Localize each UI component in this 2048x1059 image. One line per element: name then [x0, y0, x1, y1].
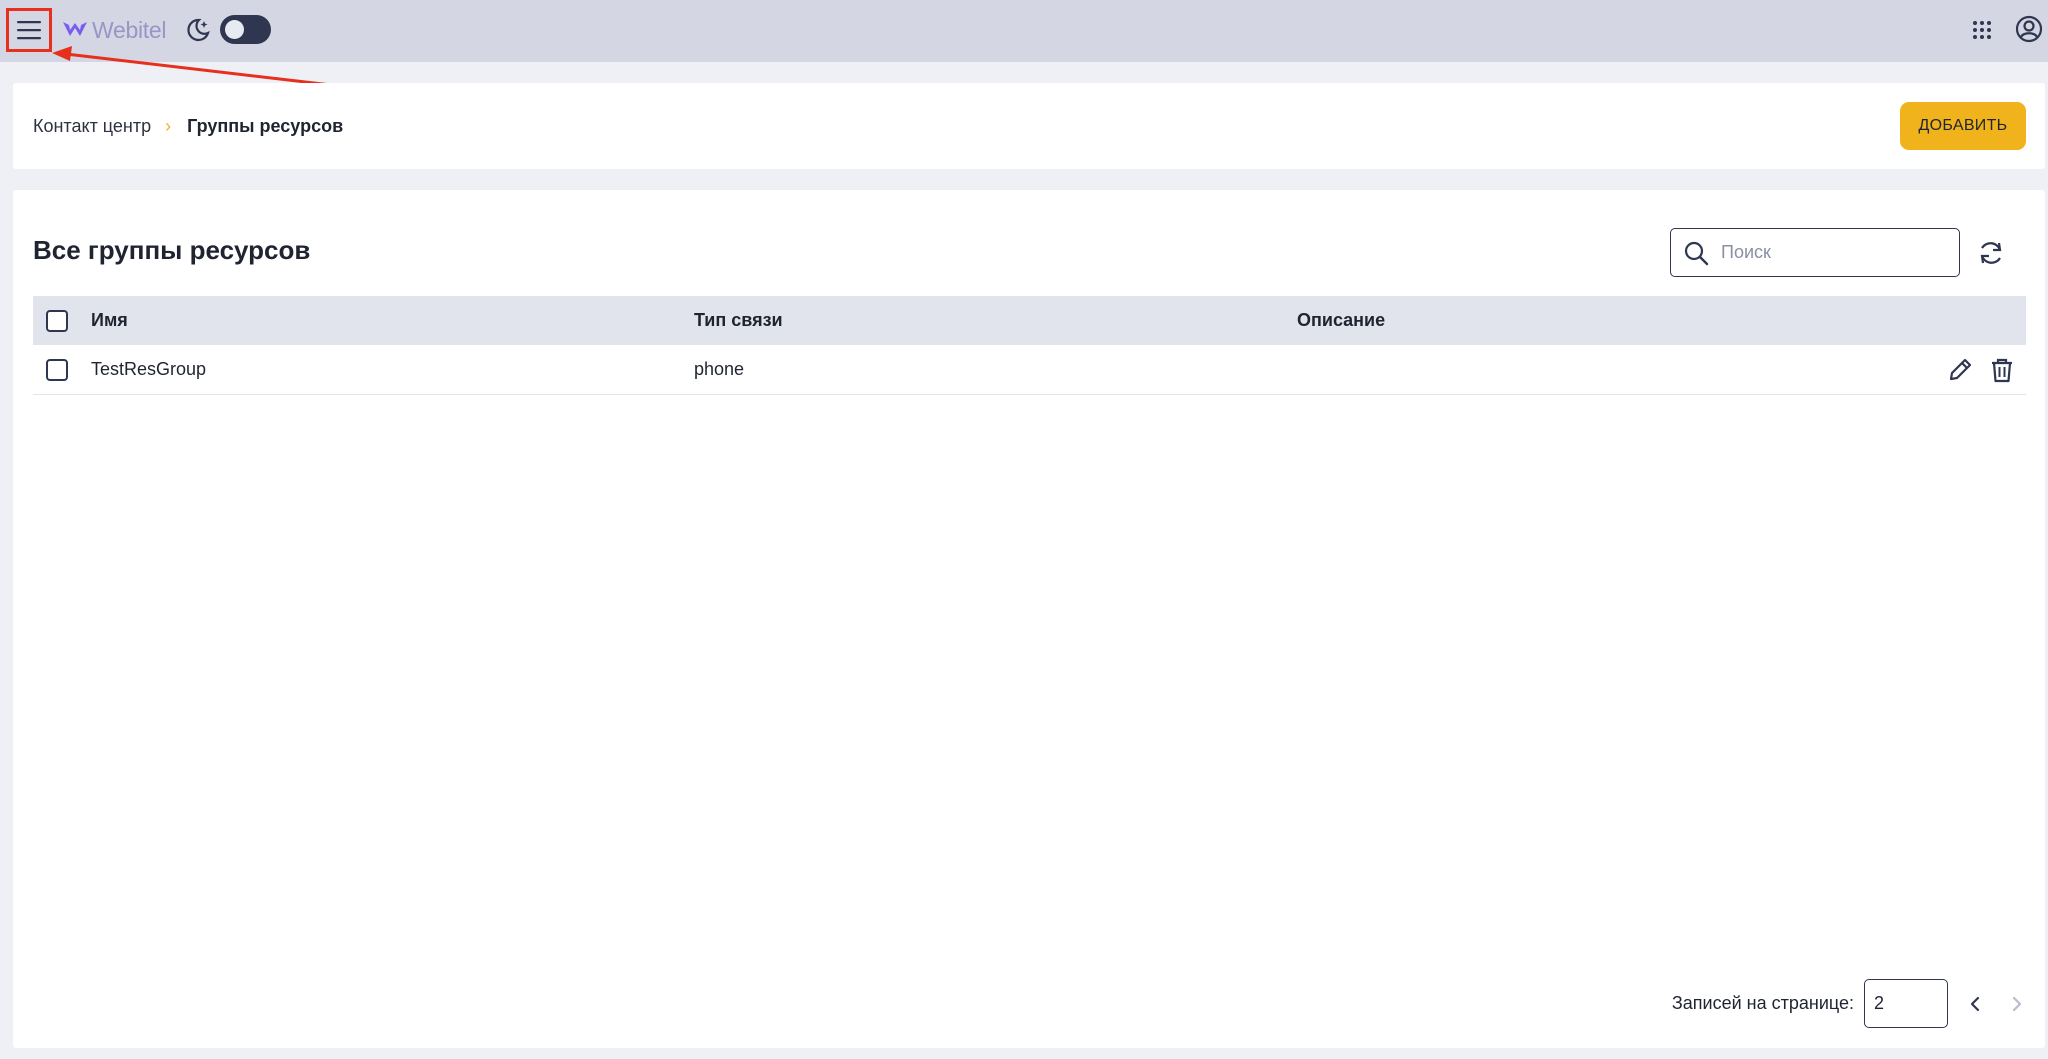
- breadcrumb-current: Группы ресурсов: [187, 115, 344, 136]
- theme-toggle[interactable]: [220, 15, 271, 44]
- per-page-label: Записей на странице:: [1671, 993, 1854, 1013]
- edit-button[interactable]: [1946, 356, 1974, 384]
- main-panel: Все группы ресурсов Имя Тип связи Описан…: [13, 190, 2045, 1048]
- moon-stars-icon: [187, 18, 210, 42]
- pencil-icon: [1949, 358, 1972, 380]
- apps-button[interactable]: [1966, 14, 1998, 46]
- theme-mode-button[interactable]: [182, 14, 214, 46]
- pagination: Записей на странице:: [1672, 979, 2032, 1028]
- top-header: Webitel: [0, 0, 2048, 62]
- table-row: TestResGroup phone: [33, 345, 2026, 395]
- per-page-input[interactable]: [1864, 979, 1948, 1028]
- search-field[interactable]: [1670, 228, 1960, 277]
- refresh-button[interactable]: [1974, 236, 2008, 270]
- grid-dots-icon: [1973, 21, 1991, 39]
- page-title: Все группы ресурсов: [33, 235, 311, 265]
- search-input[interactable]: [1721, 242, 1941, 263]
- select-all-cell: [46, 296, 68, 345]
- breadcrumb-panel: Контакт центр › Группы ресурсов ДОБАВИТЬ: [13, 83, 2045, 169]
- prev-page-button[interactable]: [1960, 989, 1990, 1019]
- search-icon: [1681, 238, 1711, 268]
- breadcrumb-separator: ›: [165, 115, 172, 136]
- row-actions: [1946, 345, 2026, 394]
- chevron-right-icon: [2012, 996, 2022, 1011]
- next-page-button[interactable]: [2002, 989, 2032, 1019]
- account-button[interactable]: [2012, 12, 2046, 46]
- column-header-type[interactable]: Тип связи: [694, 296, 783, 345]
- account-circle-icon: [2015, 15, 2043, 43]
- toggle-knob: [225, 20, 244, 39]
- row-select-cell: [46, 345, 68, 394]
- select-all-checkbox[interactable]: [46, 309, 68, 332]
- row-type: phone: [694, 359, 745, 379]
- column-header-name[interactable]: Имя: [91, 296, 128, 345]
- table-header: Имя Тип связи Описание: [33, 296, 2026, 345]
- row-name[interactable]: TestResGroup: [91, 345, 206, 394]
- row-checkbox[interactable]: [46, 358, 68, 381]
- delete-button[interactable]: [1988, 356, 2016, 384]
- logo-text: Webitel: [92, 16, 167, 43]
- webitel-logo: Webitel: [62, 14, 166, 46]
- refresh-icon: [1980, 242, 2002, 264]
- column-header-description[interactable]: Описание: [1297, 296, 1385, 345]
- chevron-left-icon: [1970, 996, 1980, 1011]
- resource-groups-table: Имя Тип связи Описание TestResGroup phon…: [33, 296, 2026, 395]
- trash-icon: [1992, 358, 2012, 382]
- hamburger-menu-icon: [17, 21, 41, 40]
- add-button[interactable]: ДОБАВИТЬ: [1900, 102, 2026, 150]
- logo-mark-icon: [63, 22, 87, 36]
- breadcrumb: Контакт центр › Группы ресурсов: [33, 114, 343, 138]
- menu-button[interactable]: [8, 9, 50, 51]
- breadcrumb-root-link[interactable]: Контакт центр: [33, 116, 151, 137]
